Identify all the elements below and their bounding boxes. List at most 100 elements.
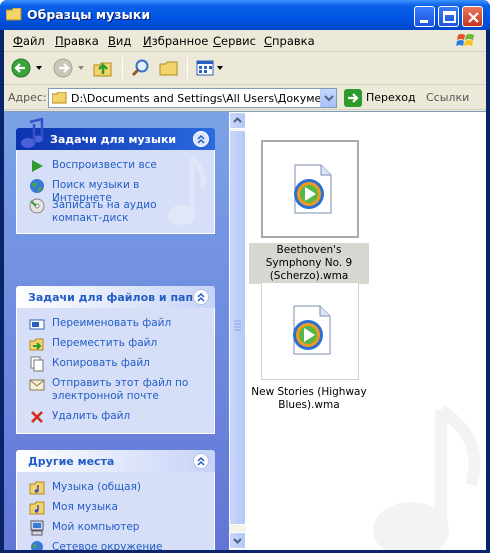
task-label: Записать на аудио компакт-диск: [52, 199, 157, 224]
globe-icon: [30, 179, 44, 193]
place-my-music[interactable]: Моя музыка: [17, 498, 214, 518]
chevron-up-icon: [197, 134, 205, 144]
task-label: Переименовать файл: [52, 317, 172, 329]
scroll-down-button[interactable]: [229, 532, 246, 549]
arrow-down-icon: [233, 538, 242, 544]
window-title: Образцы музыки: [27, 7, 151, 22]
place-my-computer[interactable]: Мой компьютер: [17, 518, 214, 538]
task-delete-file[interactable]: Удалить файл: [17, 407, 214, 427]
task-rename-file[interactable]: Переименовать файл: [17, 314, 214, 334]
address-label: Адрес:: [8, 91, 47, 104]
collapse-button[interactable]: [193, 453, 209, 469]
menu-edit[interactable]: Правка: [55, 34, 99, 48]
music-note-watermark-icon: [373, 405, 481, 550]
chevron-down-icon: [324, 95, 334, 102]
menu-tools[interactable]: Сервис: [213, 34, 256, 48]
task-pane: Задачи для музыки Воспроизвести все Поис…: [4, 112, 229, 550]
go-button[interactable]: Переход: [344, 88, 418, 108]
up-folder-button[interactable]: [92, 57, 114, 79]
go-label: Переход: [366, 91, 416, 104]
task-copy-file[interactable]: Копировать файл: [17, 354, 214, 374]
place-network[interactable]: Сетевое окружение: [17, 538, 214, 550]
place-label: Музыка (общая): [52, 481, 141, 493]
menu-bar: Файл Правка Вид Избранное Сервис Справка: [4, 30, 486, 52]
wma-file-icon: [293, 305, 331, 355]
other-places-header[interactable]: Другие места: [16, 450, 215, 472]
collapse-button[interactable]: [193, 131, 209, 147]
address-dropdown-button[interactable]: [320, 89, 336, 107]
folder-icon: [6, 8, 22, 21]
forward-icon: [53, 58, 84, 78]
menu-file[interactable]: Файл: [13, 34, 45, 48]
task-label: Удалить файл: [52, 410, 131, 422]
task-search-music-online[interactable]: Поиск музыки в Интернете: [17, 176, 214, 204]
play-icon: [32, 160, 43, 172]
place-shared-music[interactable]: Музыка (общая): [17, 478, 214, 498]
views-icon: [196, 60, 223, 76]
delete-icon: [31, 411, 43, 423]
task-email-file[interactable]: Отправить этот файл по электронной почте: [17, 374, 214, 407]
network-icon: [31, 541, 43, 550]
music-note-icon: [21, 118, 44, 148]
explorer-window: Образцы музыки Файл Правка Вид Избранное…: [0, 0, 490, 553]
back-button[interactable]: [10, 57, 46, 79]
task-label: Отправить этот файл по электронной почте: [52, 377, 189, 402]
collapse-button[interactable]: [193, 289, 209, 305]
views-button[interactable]: [194, 57, 226, 79]
search-icon: [131, 59, 149, 77]
place-label: Моя музыка: [52, 501, 118, 513]
content-area: Задачи для музыки Воспроизвести все Поис…: [4, 111, 486, 550]
my-computer-icon: [30, 520, 44, 536]
chevron-up-icon: [197, 456, 205, 466]
file-tasks-panel: Задачи для файлов и папок Переименовать …: [16, 286, 215, 434]
copy-icon: [30, 356, 44, 372]
other-places-body: Музыка (общая) Моя музыка Мой компьютер: [16, 472, 215, 550]
title-bar[interactable]: Образцы музыки: [0, 0, 490, 30]
file-tasks-header[interactable]: Задачи для файлов и папок: [16, 286, 215, 308]
file-name: New Stories (Highway Blues).wma: [251, 386, 367, 411]
music-tasks-body: Воспроизвести все Поиск музыки в Интерне…: [16, 150, 215, 234]
shared-music-folder-icon: [29, 481, 45, 495]
menu-view[interactable]: Вид: [108, 34, 131, 48]
file-tasks-body: Переименовать файл Переместить файл Копи…: [16, 308, 215, 434]
my-music-folder-icon: [29, 501, 45, 515]
links-button[interactable]: Ссылки: [426, 91, 469, 104]
file-thumbnail: [261, 282, 359, 380]
menu-help[interactable]: Справка: [264, 34, 315, 48]
address-input[interactable]: D:\Documents and Settings\All Users\Доку…: [48, 88, 337, 108]
grip-icon: [234, 320, 241, 331]
arrow-up-icon: [233, 117, 242, 123]
move-icon: [29, 338, 44, 351]
maximize-button[interactable]: [438, 6, 459, 27]
client-area: Файл Правка Вид Избранное Сервис Справка: [4, 30, 486, 550]
folders-icon: [159, 61, 178, 76]
file-thumbnail: [261, 140, 359, 238]
task-burn-cd[interactable]: Записать на аудио компакт-диск: [17, 196, 214, 229]
task-label: Переместить файл: [52, 337, 158, 349]
toolbar-separator: [187, 57, 188, 79]
task-play-all[interactable]: Воспроизвести все: [17, 156, 214, 176]
toolbar-separator: [122, 57, 123, 79]
music-tasks-header[interactable]: Задачи для музыки: [16, 118, 215, 150]
scroll-thumb[interactable]: [229, 130, 246, 525]
close-button[interactable]: [462, 6, 483, 27]
toolbar: [4, 52, 486, 85]
music-tasks-title: Задачи для музыки: [50, 133, 177, 146]
other-places-title: Другие места: [28, 455, 115, 468]
search-button[interactable]: [130, 57, 152, 79]
cd-burn-icon: [29, 198, 45, 214]
menu-favorites[interactable]: Избранное: [143, 34, 208, 48]
music-tasks-panel: Задачи для музыки Воспроизвести все Поис…: [16, 118, 215, 234]
task-pane-scrollbar[interactable]: [229, 112, 246, 550]
place-label: Сетевое окружение: [52, 541, 163, 550]
file-list: Beethoven's Symphony No. 9 (Scherzo).wma: [246, 112, 486, 550]
email-icon: [29, 379, 45, 391]
folder-icon: [52, 92, 67, 104]
forward-button[interactable]: [52, 57, 88, 79]
scroll-up-button[interactable]: [229, 112, 246, 129]
address-bar: Адрес: D:\Documents and Settings\All Use…: [4, 86, 486, 110]
task-move-file[interactable]: Переместить файл: [17, 334, 214, 354]
minimize-button[interactable]: [414, 6, 435, 27]
folders-button[interactable]: [158, 57, 180, 79]
wma-file-icon: [294, 164, 332, 214]
